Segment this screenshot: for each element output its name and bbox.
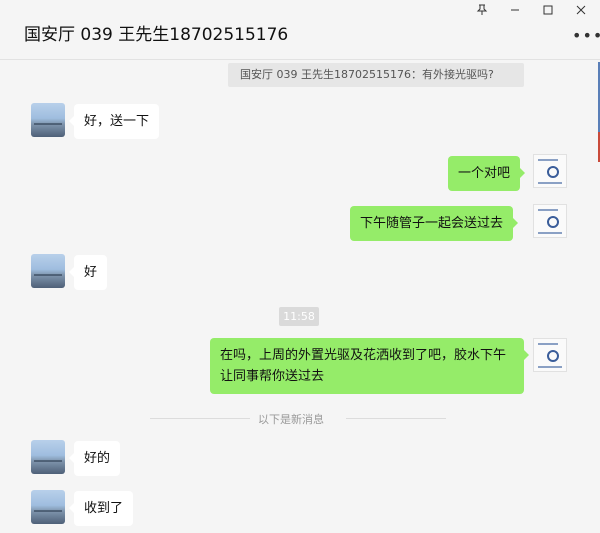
my-avatar[interactable] xyxy=(533,338,567,372)
contact-avatar[interactable] xyxy=(31,440,65,474)
close-icon[interactable] xyxy=(571,4,591,20)
message-bubble-incoming[interactable]: 收到了 xyxy=(68,491,134,526)
quoted-message[interactable]: 国安厅 039 王先生18702515176：有外接光驱吗? xyxy=(228,63,524,87)
message-bubble-outgoing[interactable]: 在吗，上周的外置光驱及花洒收到了吧，胶水下午让同事帮你送过去 xyxy=(210,338,529,394)
pin-icon[interactable] xyxy=(472,4,492,20)
my-avatar[interactable] xyxy=(533,154,567,188)
minimize-icon[interactable] xyxy=(505,4,525,20)
message-bubble-incoming[interactable]: 好的 xyxy=(68,441,121,476)
message-bubble-outgoing[interactable]: 一个对吧 xyxy=(448,156,526,191)
new-messages-divider: 以下是新消息 xyxy=(150,408,446,428)
message-bubble-incoming[interactable]: 好，送一下 xyxy=(68,104,160,139)
chat-header: 国安厅 039 王先生18702515176 ••• xyxy=(0,0,600,60)
message-bubble-incoming[interactable]: 好 xyxy=(68,255,108,290)
contact-avatar[interactable] xyxy=(31,254,65,288)
message-bubble-outgoing[interactable]: 下午随管子一起会送过去 xyxy=(350,206,519,241)
more-options-icon[interactable]: ••• xyxy=(572,26,600,45)
new-messages-label: 以下是新消息 xyxy=(258,413,324,426)
maximize-icon[interactable] xyxy=(538,4,558,20)
contact-avatar[interactable] xyxy=(31,490,65,524)
message-timestamp: 11:58 xyxy=(279,307,319,326)
contact-avatar[interactable] xyxy=(31,103,65,137)
my-avatar[interactable] xyxy=(533,204,567,238)
chat-messages[interactable]: 国安厅 039 王先生18702515176：有外接光驱吗? 好，送一下 一个对… xyxy=(0,61,600,533)
chat-title: 国安厅 039 王先生18702515176 xyxy=(24,25,289,45)
